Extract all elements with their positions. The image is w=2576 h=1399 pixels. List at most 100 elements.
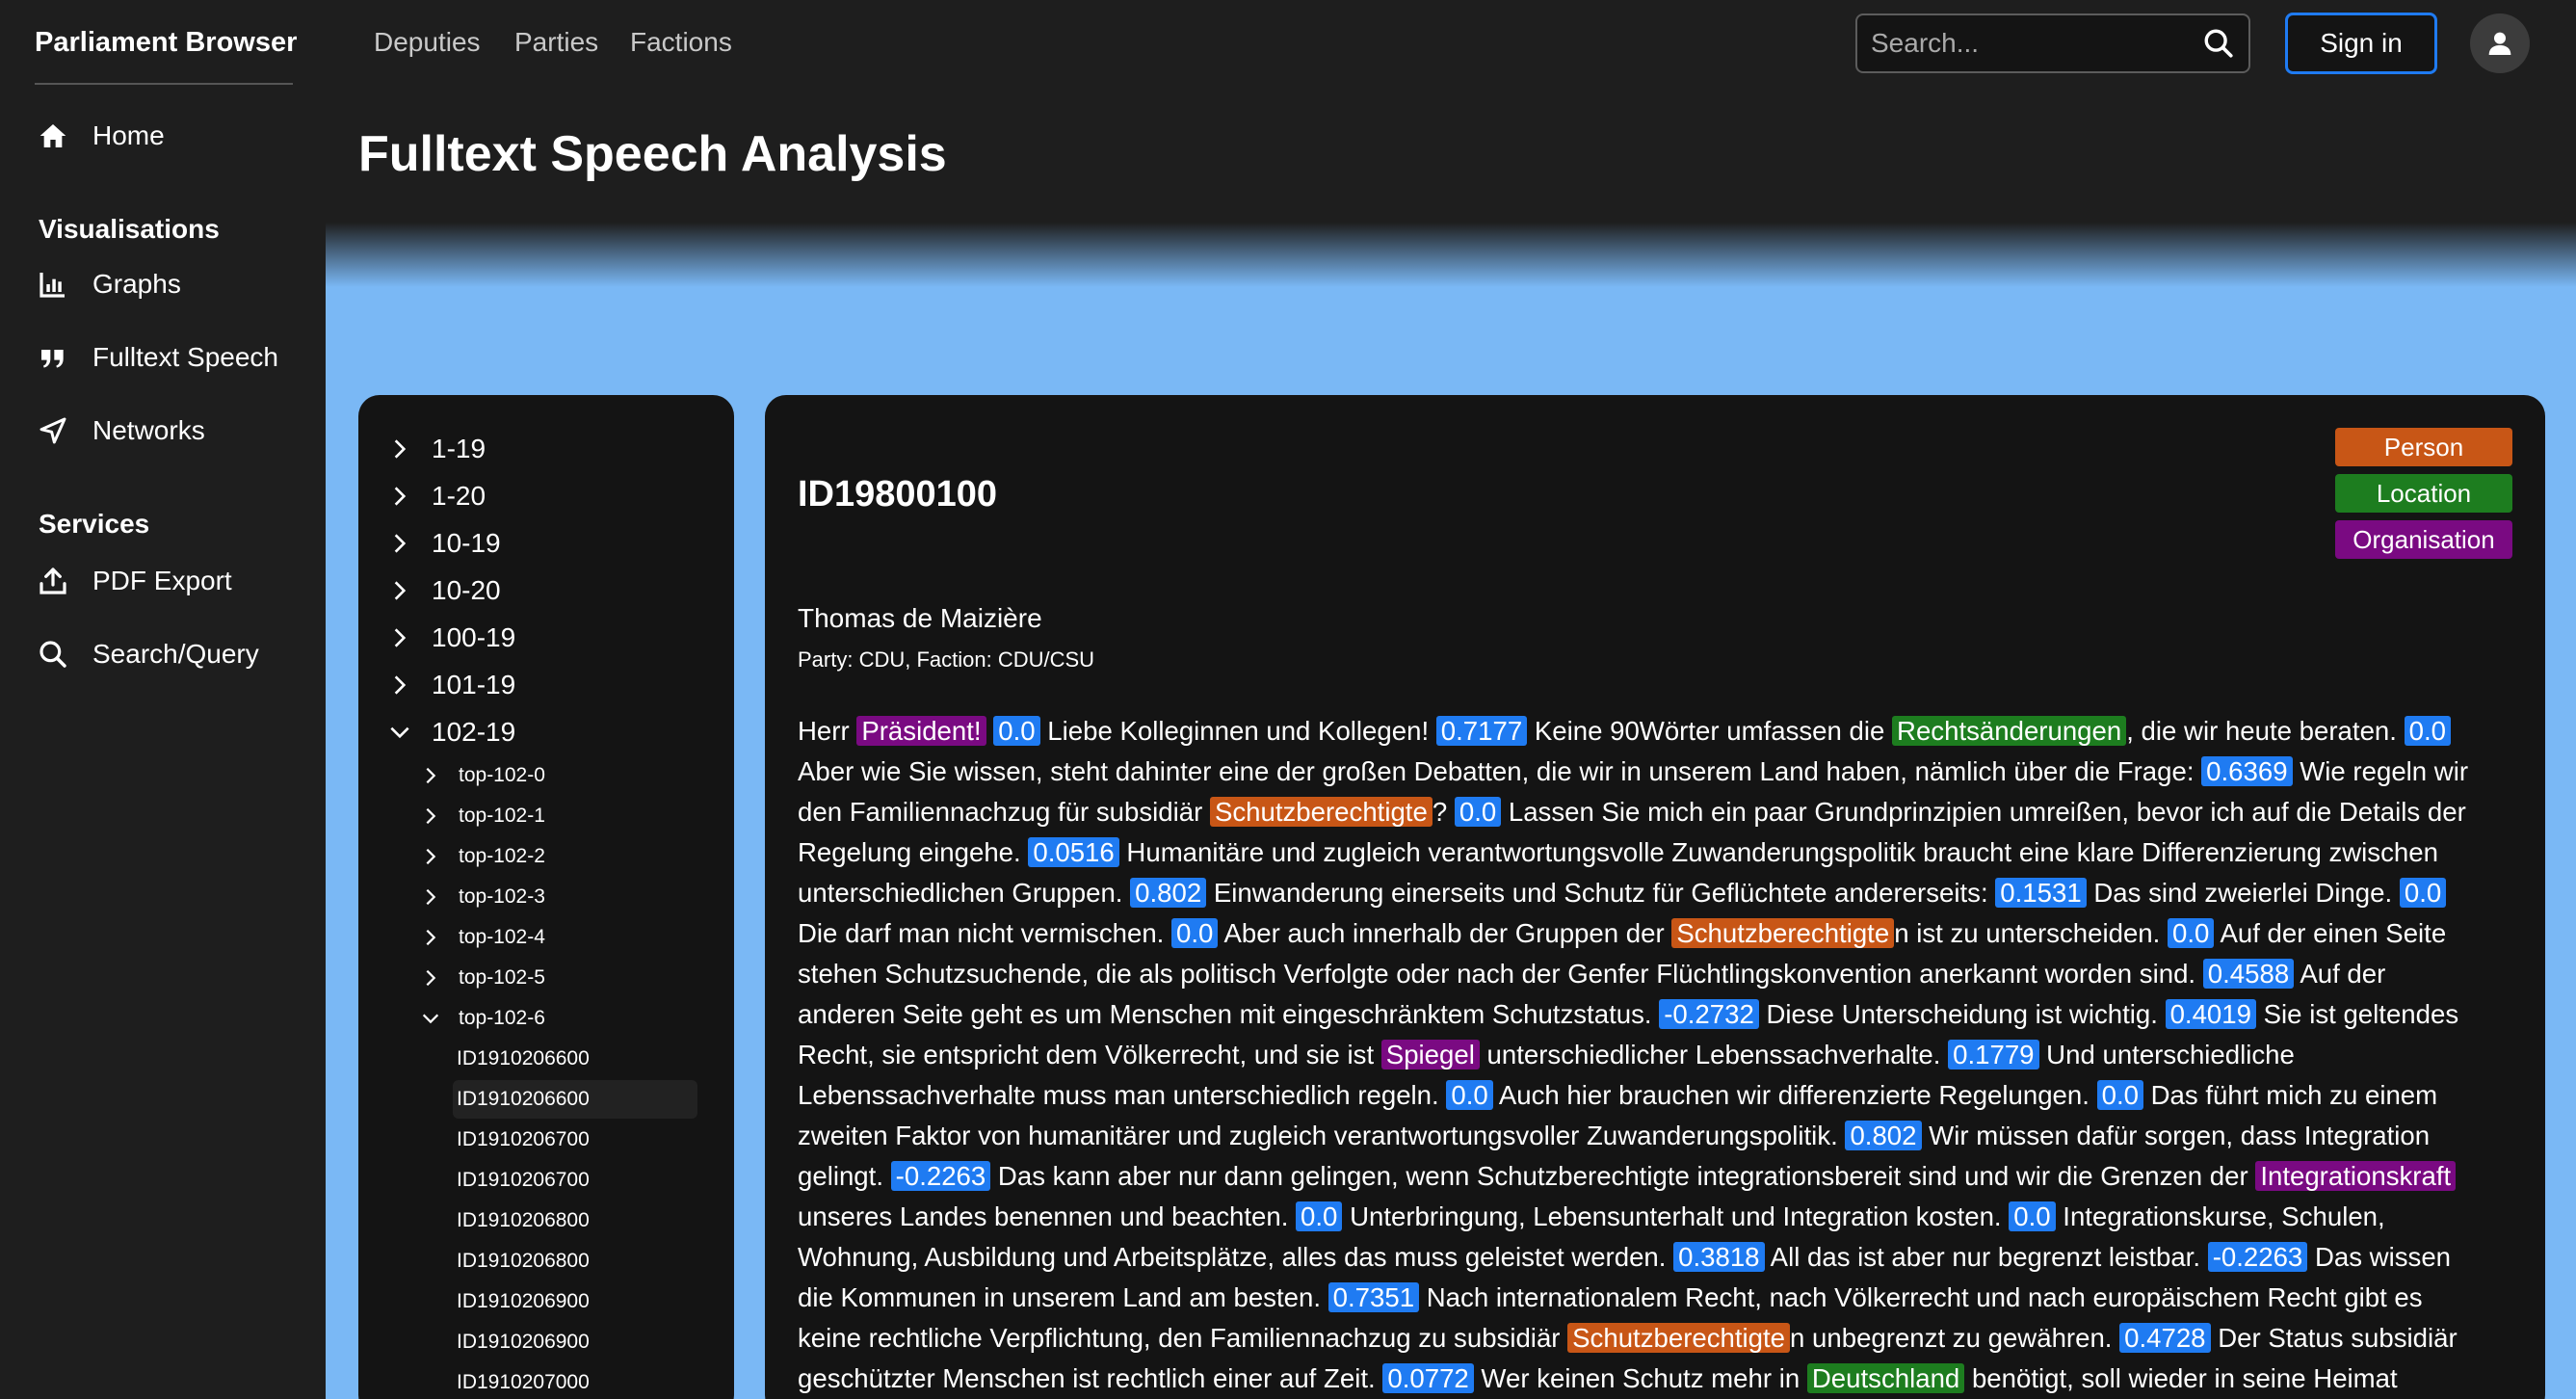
sentiment-score-badge: 0.0516 bbox=[1028, 837, 1119, 867]
text-segment: Aber wie Sie wissen, steht dahinter eine… bbox=[798, 756, 2202, 786]
text-segment: Wer keinen Schutz mehr in bbox=[1473, 1363, 1807, 1393]
tree-subnode[interactable]: top-102-3 bbox=[420, 885, 545, 909]
chevron-right-icon bbox=[394, 534, 407, 553]
tree-node[interactable]: 100-19 bbox=[387, 622, 515, 653]
text-segment: n ist zu unterscheiden. bbox=[1894, 918, 2168, 948]
text-segment: All das ist aber nur begrenzt leistbar. bbox=[1764, 1242, 2208, 1272]
sentiment-score-badge: -0.2263 bbox=[2207, 1242, 2308, 1272]
sidebar-item-label: Search/Query bbox=[92, 639, 259, 669]
tree-subnode-expanded[interactable]: top-102-6 bbox=[420, 1007, 545, 1030]
sentiment-score-badge: 0.4588 bbox=[2202, 959, 2295, 989]
text-segment: Wir müssen dafür sorgen, dass Integratio… bbox=[1921, 1121, 2431, 1150]
sentiment-score-badge: 0.0 bbox=[2399, 878, 2447, 908]
text-segment: Einwanderung einerseits und Schutz für G… bbox=[1206, 878, 1996, 908]
tree-leaf-speech[interactable]: ID1910206700 bbox=[457, 1169, 590, 1192]
sentiment-score-badge: 0.7351 bbox=[1327, 1282, 1420, 1312]
text-segment: unseres Landes benennen und beachten. bbox=[798, 1201, 1297, 1231]
sign-in-button[interactable]: Sign in bbox=[2285, 13, 2437, 74]
tree-leaf-label: ID1910206700 bbox=[457, 1169, 590, 1191]
text-segment: anderen Seite geht es um Menschen mit ei… bbox=[798, 999, 1660, 1029]
text-segment: zweiten Faktor von humanitärer und zugle… bbox=[798, 1121, 1846, 1150]
text-segment: Lassen Sie mich ein paar Grundprinzipien… bbox=[1501, 797, 2466, 827]
tree-node-label: top-102-2 bbox=[459, 845, 545, 867]
brand-title[interactable]: Parliament Browser bbox=[35, 27, 297, 59]
home-icon bbox=[37, 119, 69, 152]
sidebar-item-label: Networks bbox=[92, 415, 205, 445]
sidebar-item-label: PDF Export bbox=[92, 566, 232, 595]
nav-link-factions[interactable]: Factions bbox=[630, 27, 732, 58]
tree-leaf-label: ID1910206900 bbox=[457, 1290, 590, 1312]
nav-link-deputies[interactable]: Deputies bbox=[374, 27, 481, 58]
tree-node[interactable]: 1-19 bbox=[387, 434, 486, 464]
sidebar-item-graphs[interactable]: Graphs bbox=[37, 268, 181, 301]
chevron-down-icon bbox=[390, 726, 409, 739]
tree-leaf-speech[interactable]: ID1910206600 bbox=[457, 1047, 590, 1070]
speech-line: die Kommunen in unserem Land am besten. … bbox=[798, 1278, 2522, 1318]
chevron-right-icon bbox=[394, 628, 407, 647]
text-segment: Lebenssachverhalte muss man unterschiedl… bbox=[798, 1080, 1447, 1110]
sentiment-score-badge: 0.3818 bbox=[1673, 1242, 1765, 1272]
tree-node[interactable]: 1-20 bbox=[387, 481, 486, 512]
sidebar-item-label: Graphs bbox=[92, 269, 181, 299]
legend-person: Person bbox=[2335, 428, 2512, 466]
text-segment: Liebe Kolleginnen und Kollegen! bbox=[1039, 716, 1436, 746]
search-icon bbox=[37, 638, 69, 671]
sidebar-item-pdf-export[interactable]: PDF Export bbox=[37, 565, 232, 597]
tree-leaf-speech[interactable]: ID1910206900 bbox=[457, 1331, 590, 1354]
search-icon[interactable] bbox=[2202, 27, 2235, 60]
chevron-right-icon bbox=[426, 969, 436, 987]
text-segment: Und unterschiedliche bbox=[2038, 1040, 2295, 1069]
chevron-right-icon bbox=[426, 767, 436, 784]
tree-node[interactable]: 10-20 bbox=[387, 575, 501, 606]
tree-node-label: top-102-0 bbox=[459, 764, 545, 786]
party-faction: Party: CDU, Faction: CDU/CSU bbox=[798, 647, 1095, 672]
chevron-right-icon bbox=[394, 581, 407, 600]
tree-node-label: top-102-6 bbox=[459, 1007, 545, 1029]
text-segment: Das sind zweierlei Dinge. bbox=[2086, 878, 2400, 908]
tree-node[interactable]: 101-19 bbox=[387, 670, 515, 700]
tree-leaf-label: ID1910206900 bbox=[457, 1331, 590, 1353]
text-segment: Integrationskurse, Schulen, bbox=[2055, 1201, 2385, 1231]
tree-subnode[interactable]: top-102-1 bbox=[420, 805, 545, 828]
sidebar-item-fulltext[interactable]: Fulltext Speech bbox=[37, 341, 278, 374]
text-segment: unterschiedlichen Gruppen. bbox=[798, 878, 1131, 908]
text-segment: Aber auch innerhalb der Gruppen der bbox=[1218, 918, 1672, 948]
tree-leaf-speech[interactable]: ID1910206800 bbox=[457, 1250, 590, 1273]
text-segment: ? bbox=[1432, 797, 1455, 827]
tree-node-label: top-102-5 bbox=[459, 966, 545, 989]
text-segment: n unbegrenzt zu gewähren. bbox=[1790, 1323, 2120, 1353]
user-avatar-button[interactable] bbox=[2470, 13, 2530, 73]
tree-leaf-speech[interactable]: ID1910207000 bbox=[457, 1371, 590, 1394]
text-segment: Der Status subsidiär bbox=[2210, 1323, 2458, 1353]
tree-leaf-speech[interactable]: ID1910206700 bbox=[457, 1128, 590, 1151]
speech-panel: ID19800100 Person Location Organisation … bbox=[765, 395, 2545, 1399]
search-input[interactable] bbox=[1871, 15, 2198, 71]
sidebar-item-home[interactable]: Home bbox=[37, 119, 165, 152]
nav-link-parties[interactable]: Parties bbox=[514, 27, 598, 58]
tree-subnode[interactable]: top-102-5 bbox=[420, 966, 545, 990]
sentiment-score-badge: 0.1779 bbox=[1948, 1040, 2039, 1069]
tree-subnode[interactable]: top-102-0 bbox=[420, 764, 545, 787]
sentiment-score-badge: 0.4728 bbox=[2119, 1323, 2211, 1353]
tree-leaf-speech[interactable]: ID1910206800 bbox=[457, 1209, 590, 1232]
speech-line: unterschiedlichen Gruppen. 0.802 Einwand… bbox=[798, 873, 2522, 913]
tree-node-label: 1-20 bbox=[432, 481, 486, 511]
tree-node[interactable]: 10-19 bbox=[387, 528, 501, 559]
sentiment-score-badge: 0.1531 bbox=[1995, 878, 2087, 908]
tree-leaf-speech-selected[interactable]: ID1910206600 bbox=[453, 1080, 697, 1119]
quote-icon bbox=[37, 341, 69, 374]
sidebar-item-networks[interactable]: Networks bbox=[37, 414, 205, 447]
tree-leaf-speech[interactable]: ID1910206900 bbox=[457, 1290, 590, 1313]
tree-subnode[interactable]: top-102-4 bbox=[420, 926, 545, 949]
speech-line: Lebenssachverhalte muss man unterschiedl… bbox=[798, 1075, 2522, 1116]
speech-line: geschützter Menschen ist rechtlich einer… bbox=[798, 1359, 2522, 1399]
tree-node-expanded[interactable]: 102-19 bbox=[387, 717, 515, 748]
text-segment: den Familiennachzug für subsidiär bbox=[798, 797, 1210, 827]
tree-node-label: 10-20 bbox=[432, 575, 501, 605]
entity-location: Rechtsänderungen bbox=[1892, 716, 2127, 746]
chevron-right-icon bbox=[426, 807, 436, 825]
tree-subnode[interactable]: top-102-2 bbox=[420, 845, 545, 868]
text-segment: Keine 90Wörter umfassen die bbox=[1527, 716, 1893, 746]
entity-organisation: Spiegel bbox=[1380, 1040, 1480, 1069]
sidebar-item-search-query[interactable]: Search/Query bbox=[37, 638, 259, 671]
